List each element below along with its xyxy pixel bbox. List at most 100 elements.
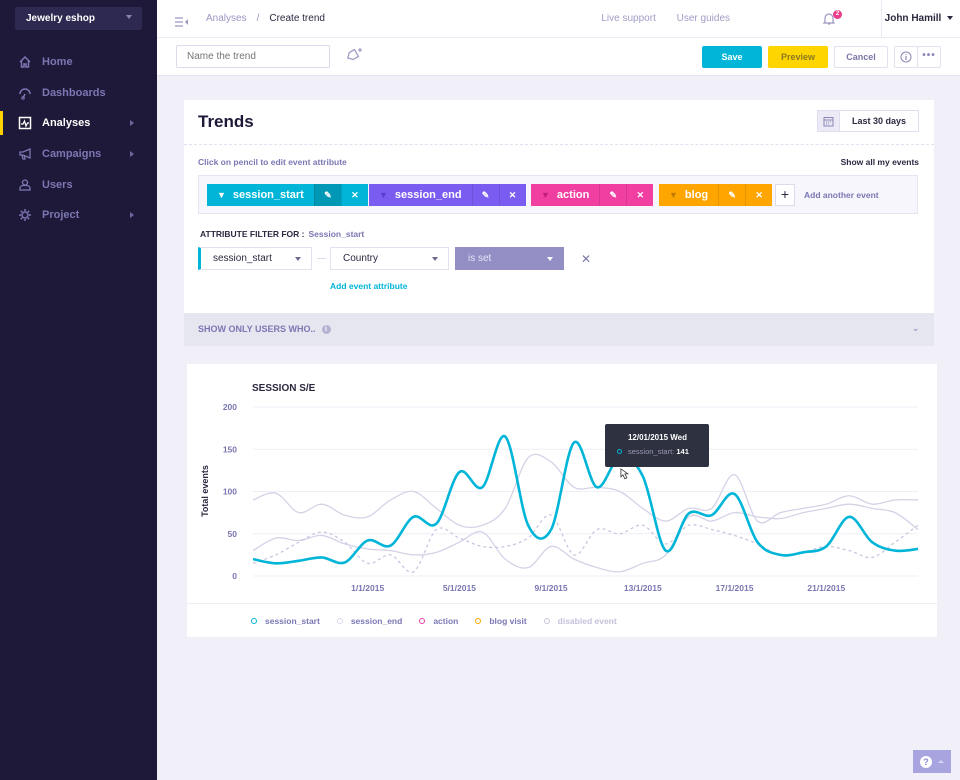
help-icon: ? — [920, 755, 932, 768]
sidebar-item-project[interactable]: Project — [0, 200, 157, 230]
tooltip-value: 141 — [676, 447, 689, 456]
workspace-selector[interactable]: Jewelry eshop — [15, 7, 142, 30]
edit-pencil-icon[interactable]: ✎ — [718, 184, 745, 206]
cancel-button[interactable]: Cancel — [834, 46, 888, 68]
hand-cursor-icon — [620, 468, 630, 480]
chevron-down-icon: ⌄ — [912, 324, 919, 333]
save-button[interactable]: Save — [702, 46, 762, 68]
legend-item[interactable]: disabled event — [543, 616, 617, 626]
event-chip-session-start[interactable]: ▼ session_start ✎ ✕ — [207, 184, 368, 206]
chevron-down-icon — [947, 16, 954, 21]
users-icon — [18, 178, 32, 192]
chevron-down-icon — [126, 15, 132, 19]
edit-pencil-icon[interactable]: ✎ — [599, 184, 626, 206]
show-only-users-section[interactable]: SHOW ONLY USERS WHO.. i ⌄ — [184, 313, 934, 346]
edit-pencil-icon[interactable]: ✎ — [313, 184, 341, 206]
attribute-filter-label: ATTRIBUTE FILTER FOR : Session_start — [200, 229, 364, 239]
legend-item[interactable]: session_end — [336, 616, 402, 626]
legend-label: action — [433, 615, 459, 626]
filter-icon: ▼ — [217, 190, 226, 200]
sidebar-item-home[interactable]: Home — [0, 47, 157, 77]
gear-icon — [18, 208, 32, 222]
calendar-icon — [818, 111, 840, 131]
more-options-button[interactable]: ••• — [917, 46, 941, 68]
remove-filter-icon[interactable]: ✕ — [581, 252, 591, 266]
event-chip-session-end[interactable]: ▼ session_end ✎ ✕ — [369, 184, 526, 206]
legend-item[interactable]: action — [419, 616, 458, 626]
show-all-events-link[interactable]: Show all my events — [841, 157, 919, 167]
event-list: ▼ session_start ✎ ✕ ▼ session_end ✎ ✕ ▼ act… — [198, 175, 918, 214]
legend-label: session_start — [265, 615, 320, 626]
y-tick-label: 0 — [232, 571, 237, 581]
remove-x-icon[interactable]: ✕ — [745, 184, 772, 206]
help-widget[interactable]: ? — [913, 750, 951, 773]
edit-pencil-icon[interactable]: ✎ — [471, 184, 499, 206]
live-support-link[interactable]: Live support — [601, 13, 655, 24]
legend-item[interactable]: session_start — [251, 616, 320, 626]
x-tick-label: 1/1/2015 — [351, 583, 384, 593]
collapse-menu-icon[interactable] — [175, 14, 188, 32]
event-chip-blog[interactable]: ▼ blog ✎ ✕ — [659, 184, 773, 206]
trend-name-input[interactable] — [176, 45, 330, 68]
sidebar-item-label: Dashboards — [42, 87, 106, 99]
sidebar-item-label: Users — [42, 179, 73, 191]
event-label: blog — [684, 189, 709, 201]
event-chip-action[interactable]: ▼ action ✎ ✕ — [531, 184, 654, 206]
legend-item[interactable]: blog visit — [475, 615, 527, 626]
legend-label: blog visit — [489, 615, 527, 626]
page-title: Trends — [198, 112, 254, 131]
sidebar-item-label: Home — [42, 56, 73, 68]
attribute-select[interactable]: Country — [330, 247, 449, 270]
remove-x-icon[interactable]: ✕ — [340, 184, 368, 206]
connector-line — [317, 258, 326, 259]
sidebar-item-analyses[interactable]: Analyses — [0, 108, 157, 138]
user-guides-link[interactable]: User guides — [677, 13, 730, 24]
remove-x-icon[interactable]: ✕ — [498, 184, 526, 206]
home-icon — [18, 55, 32, 69]
date-range-label: Last 30 days — [851, 116, 907, 126]
legend-dot-icon — [251, 617, 257, 624]
tooltip-date: 12/01/2015 Wed — [627, 433, 687, 442]
sidebar-item-campaigns[interactable]: Campaigns — [0, 139, 157, 169]
breadcrumb-parent[interactable]: Analyses — [206, 13, 247, 24]
chevron-up-icon — [938, 760, 944, 763]
add-event-button[interactable]: + — [775, 184, 795, 206]
preview-button[interactable]: Preview — [768, 46, 828, 68]
legend-dot-icon — [543, 617, 550, 624]
chevron-down-icon — [295, 257, 301, 261]
x-tick-label: 21/1/2015 — [807, 583, 845, 593]
notification-badge: 2 — [833, 10, 842, 19]
info-icon: i — [321, 325, 331, 335]
top-links: Live support User guides — [583, 13, 730, 24]
user-menu[interactable]: John Hamill — [874, 13, 960, 24]
info-button[interactable] — [894, 46, 918, 68]
event-select[interactable]: session_start — [198, 247, 312, 270]
trends-panel: Trends Last 30 days Click on pencil to e… — [184, 100, 934, 346]
y-tick-label: 200 — [223, 402, 237, 412]
sidebar-item-dashboards[interactable]: Dashboards — [0, 78, 157, 108]
sidebar-item-users[interactable]: Users — [0, 170, 157, 200]
y-tick-label: 150 — [223, 444, 237, 454]
sidebar-item-label: Project — [42, 209, 80, 221]
x-tick-label: 13/1/2015 — [624, 583, 662, 593]
divider — [184, 144, 934, 145]
chart-legend: session_start session_end action blog visit… — [187, 603, 937, 637]
operator-select[interactable]: is set — [455, 247, 564, 270]
filter-label-text: ATTRIBUTE FILTER FOR : — [200, 229, 305, 239]
remove-x-icon[interactable]: ✕ — [626, 184, 653, 206]
add-tag-icon[interactable] — [345, 48, 363, 67]
toolbar: Save Preview Cancel ••• — [157, 38, 960, 76]
chevron-down-icon — [547, 257, 553, 261]
top-bar: Analyses / Create trend Live support User … — [157, 0, 960, 38]
date-range-picker[interactable]: Last 30 days — [817, 110, 919, 132]
add-event-attribute-link[interactable]: Add event attribute — [330, 281, 407, 291]
filter-icon: ▼ — [669, 190, 678, 200]
legend-dot-icon — [419, 617, 426, 624]
megaphone-icon — [18, 147, 32, 161]
series-line-blog-visit[interactable] — [252, 503, 919, 573]
dashboard-icon — [18, 86, 32, 100]
add-event-link[interactable]: Add another event — [804, 190, 879, 200]
series-line-session-start[interactable] — [252, 435, 919, 565]
x-tick-label: 17/1/2015 — [716, 583, 754, 593]
trend-chart: SESSION S/E Total events 0 50 100 150 200 1/1… — [200, 383, 919, 593]
